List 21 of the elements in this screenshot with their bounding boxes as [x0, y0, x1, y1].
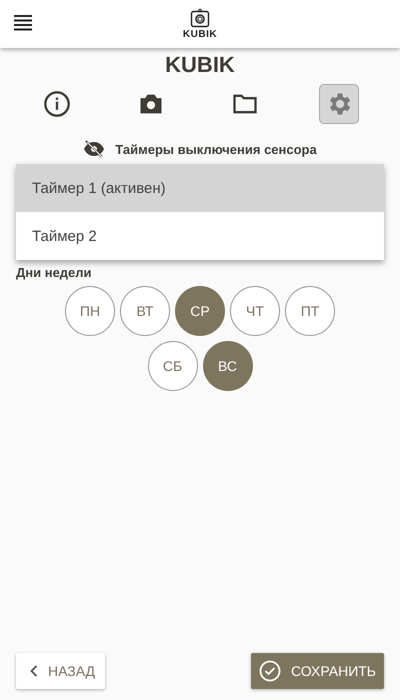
day-toggle[interactable]: ПТ	[285, 286, 335, 336]
info-icon	[43, 90, 71, 118]
eye-off-icon	[83, 140, 106, 158]
day-toggle[interactable]: СБ	[148, 341, 198, 391]
save-button[interactable]: СОХРАНИТЬ	[250, 653, 384, 689]
menu-item[interactable]: Таймер 1 (активен)	[16, 164, 384, 212]
section-title: Таймеры выключения сенсора	[115, 142, 317, 156]
camera-icon	[190, 8, 210, 28]
menu-icon[interactable]	[14, 15, 32, 31]
day-toggle[interactable]: СР	[175, 286, 225, 336]
logo-text: KUBIK	[182, 29, 218, 40]
check-circle-icon	[258, 660, 281, 682]
day-toggle[interactable]: ВТ	[120, 286, 170, 336]
day-toggle[interactable]: ПН	[65, 286, 115, 336]
back-button[interactable]: НАЗАД	[16, 653, 106, 689]
weekdays-label: Дни недели	[16, 265, 93, 280]
day-toggle[interactable]: ЧТ	[230, 286, 280, 336]
chevron-left-icon	[30, 665, 38, 677]
page-title: KUBIK	[164, 52, 236, 78]
day-toggle[interactable]: ВС	[202, 341, 252, 391]
menu-item[interactable]: Таймер 2	[16, 212, 384, 260]
